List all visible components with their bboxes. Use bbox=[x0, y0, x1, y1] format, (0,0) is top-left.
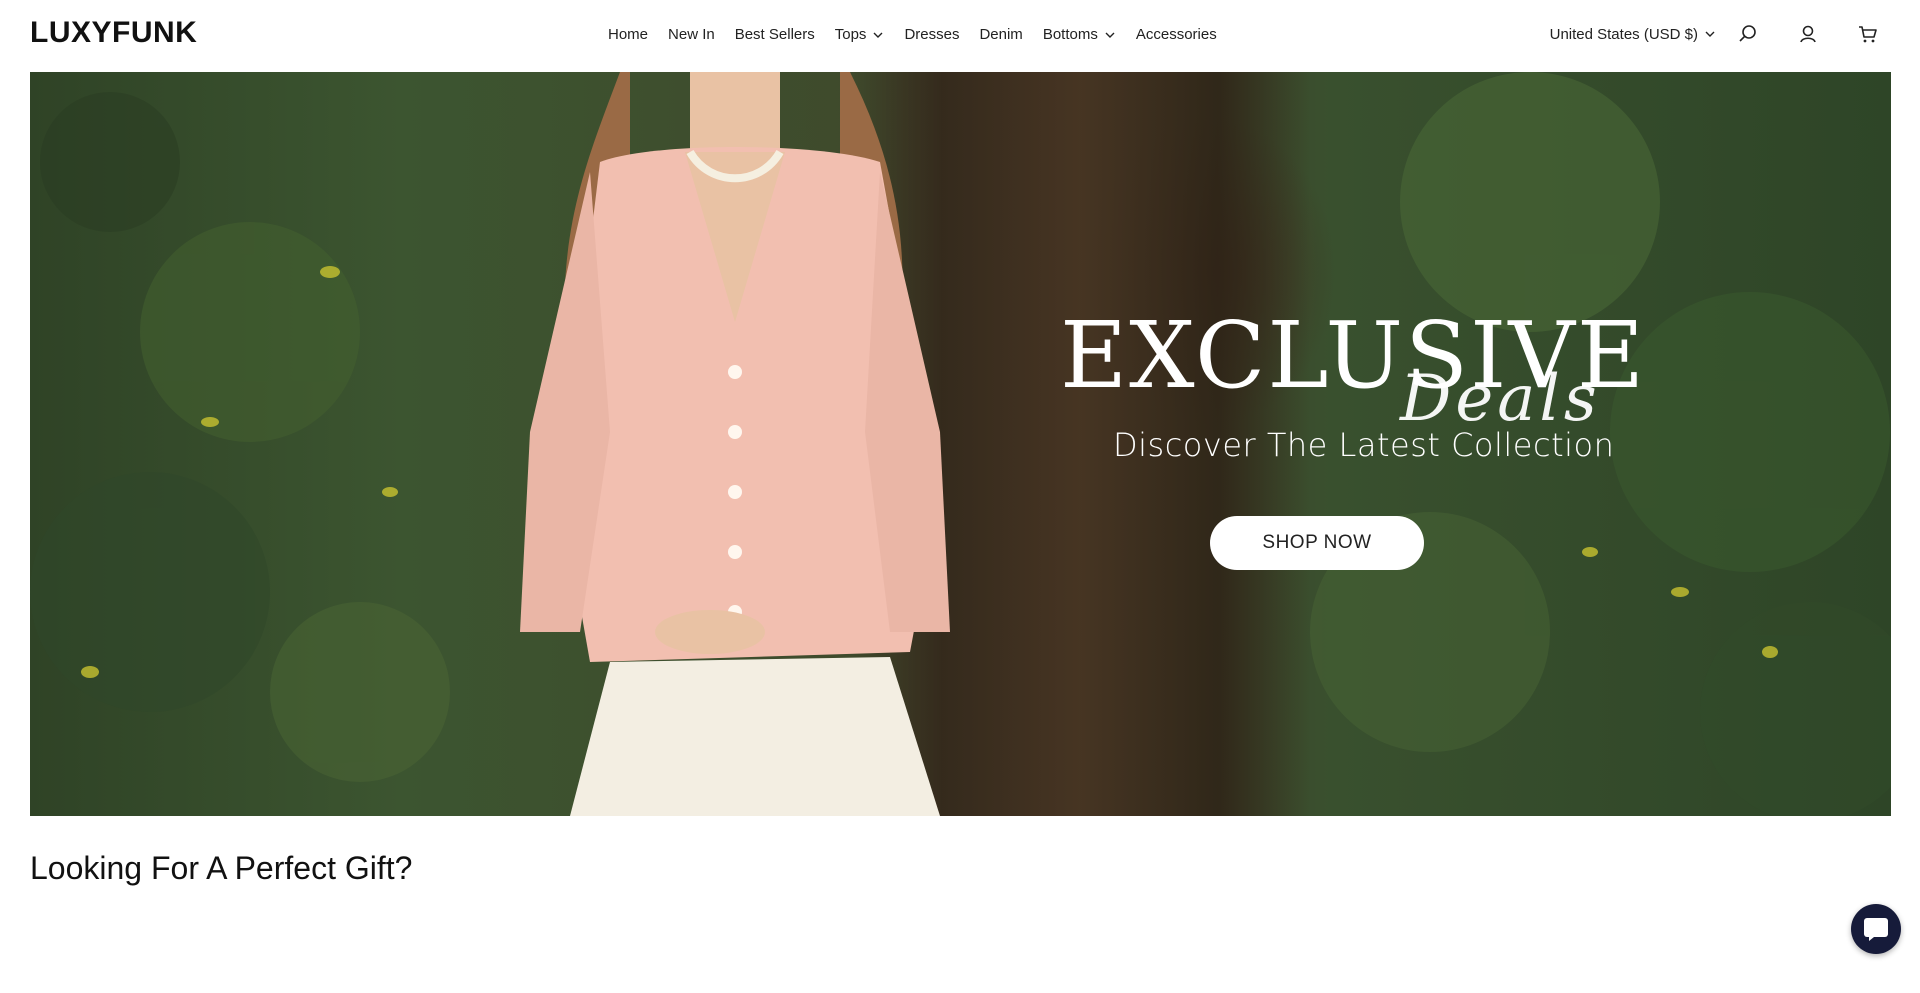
nav-label: Tops bbox=[834, 26, 867, 43]
site-header: LUXYFUNK Home New In Best Sellers Tops D… bbox=[0, 0, 1920, 72]
nav-label: Dresses bbox=[904, 26, 960, 43]
nav-item-tops[interactable]: Tops bbox=[835, 26, 885, 43]
hero-banner[interactable]: EXCLUSIVE Deals Discover The Latest Coll… bbox=[30, 72, 1891, 816]
chevron-down-icon bbox=[873, 32, 883, 38]
currency-label: United States (USD $) bbox=[1549, 25, 1698, 43]
nav-label: Bottoms bbox=[1042, 26, 1098, 43]
nav-item-new-in[interactable]: New In bbox=[668, 26, 715, 43]
chat-icon bbox=[1864, 918, 1888, 941]
nav-item-home[interactable]: Home bbox=[608, 26, 648, 43]
chevron-down-icon bbox=[1105, 32, 1115, 38]
chevron-down-icon bbox=[1705, 31, 1715, 37]
nav-item-accessories[interactable]: Accessories bbox=[1136, 26, 1217, 43]
hero-copy: EXCLUSIVE Deals Discover The Latest Coll… bbox=[1060, 302, 1660, 622]
hero-subtitle: Discover The Latest Collection bbox=[1113, 426, 1615, 464]
nav-label: Denim bbox=[979, 26, 1023, 43]
header-tools: United States (USD $) bbox=[1550, 22, 1880, 46]
nav-item-dresses[interactable]: Dresses bbox=[904, 26, 959, 43]
site-logo[interactable]: LUXYFUNK bbox=[30, 16, 197, 50]
nav-label: Home bbox=[608, 26, 649, 43]
account-icon[interactable] bbox=[1796, 22, 1820, 46]
main-nav: Home New In Best Sellers Tops Dresses De… bbox=[608, 26, 1237, 43]
cart-icon[interactable] bbox=[1856, 22, 1880, 46]
nav-label: Best Sellers bbox=[734, 26, 815, 43]
nav-label: New In bbox=[668, 26, 715, 43]
hero-script-word: Deals bbox=[1400, 362, 1601, 436]
section-title: Looking For A Perfect Gift? bbox=[30, 850, 413, 886]
shop-now-button[interactable]: SHOP NOW bbox=[1210, 516, 1424, 570]
nav-item-bottoms[interactable]: Bottoms bbox=[1043, 26, 1116, 43]
model-image bbox=[520, 72, 950, 816]
nav-item-best-sellers[interactable]: Best Sellers bbox=[735, 26, 815, 43]
search-icon[interactable] bbox=[1736, 22, 1760, 46]
nav-item-denim[interactable]: Denim bbox=[979, 26, 1022, 43]
chat-button[interactable] bbox=[1851, 904, 1901, 954]
currency-selector[interactable]: United States (USD $) bbox=[1550, 26, 1716, 43]
nav-label: Accessories bbox=[1135, 26, 1217, 43]
